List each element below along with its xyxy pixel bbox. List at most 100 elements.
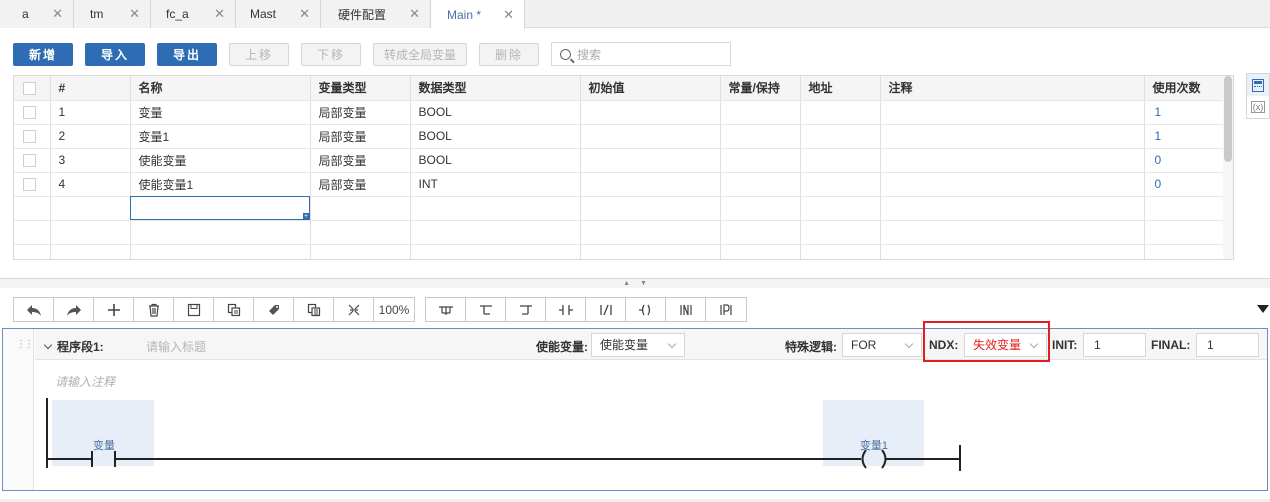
move-up-button[interactable]: 上移 — [229, 42, 289, 66]
row-checkbox[interactable] — [23, 154, 36, 168]
paste-icon[interactable] — [294, 298, 334, 321]
contact-variable-label[interactable]: 变量 — [54, 437, 154, 453]
cell-addr[interactable] — [800, 172, 881, 197]
cell-const[interactable] — [720, 148, 801, 173]
cell-uses[interactable]: 1 — [1144, 100, 1233, 125]
function-icon[interactable]: (x) — [1247, 96, 1269, 118]
tab-fc-a[interactable]: fc_a ✕ — [151, 0, 236, 28]
close-icon[interactable]: ✕ — [214, 6, 225, 22]
enable-select[interactable]: 使能变量 — [591, 333, 685, 357]
cell-addr[interactable] — [800, 148, 881, 173]
cell-data-type[interactable]: INT — [410, 172, 581, 197]
to-global-button[interactable]: 转成全局变量 — [373, 42, 468, 66]
comment-input[interactable]: 请输入注释 — [55, 373, 115, 390]
cell-var-type[interactable]: 局部变量 — [310, 148, 411, 173]
splitter[interactable]: ▲ ▼ — [0, 278, 1270, 288]
table-row[interactable]: 1 变量 局部变量 BOOL 1 — [14, 100, 1233, 125]
select-all-cell[interactable] — [14, 76, 51, 101]
cell-var-type[interactable]: 局部变量 — [310, 172, 411, 197]
cell-data-type[interactable]: BOOL — [410, 100, 581, 125]
row-select-cell[interactable] — [14, 124, 51, 149]
scrollbar-thumb[interactable] — [1224, 76, 1232, 162]
collapse-up-icon[interactable]: ▲ — [623, 280, 630, 287]
cell-init[interactable] — [580, 100, 721, 125]
cell-name-editing[interactable]: + — [130, 196, 311, 221]
branch-end-icon[interactable] — [506, 298, 546, 321]
table-row[interactable]: 2 变量1 局部变量 BOOL 1 — [14, 124, 1233, 149]
row-select-cell[interactable] — [14, 100, 51, 125]
delete-icon[interactable] — [134, 298, 174, 321]
col-header[interactable]: 注释 — [880, 76, 1145, 101]
select-all-checkbox[interactable] — [23, 81, 36, 95]
final-input[interactable]: 1 — [1196, 333, 1259, 357]
cell-const[interactable] — [720, 124, 801, 149]
zoom-level[interactable]: 100% — [374, 298, 414, 321]
row-checkbox[interactable] — [23, 130, 36, 144]
tab-a[interactable]: a ✕ — [0, 0, 74, 28]
cell-name[interactable]: 使能变量1 — [130, 172, 311, 197]
row-select-cell[interactable] — [14, 148, 51, 173]
copy-icon[interactable] — [214, 298, 254, 321]
cell-name[interactable]: 使能变量 — [130, 148, 311, 173]
close-icon[interactable]: ✕ — [299, 6, 310, 22]
add-button[interactable]: 新增 — [13, 42, 73, 66]
col-header[interactable]: 变量类型 — [310, 76, 411, 101]
cell-addr[interactable] — [800, 124, 881, 149]
branch-start-icon[interactable] — [466, 298, 506, 321]
add-icon[interactable] — [94, 298, 134, 321]
import-button[interactable]: 导入 — [85, 42, 145, 66]
table-row[interactable]: 4 使能变量1 局部变量 INT 0 — [14, 172, 1233, 197]
drag-handle-icon[interactable]: ⋮⋮ — [3, 329, 34, 490]
cell-data-type[interactable]: BOOL — [410, 148, 581, 173]
positive-contact-icon[interactable] — [706, 298, 746, 321]
cell-data-type[interactable]: BOOL — [410, 124, 581, 149]
cell-comment[interactable] — [880, 124, 1145, 149]
tab-mast[interactable]: Mast ✕ — [236, 0, 321, 28]
row-checkbox[interactable] — [23, 178, 36, 192]
save-icon[interactable] — [174, 298, 214, 321]
contact-nc-icon[interactable] — [586, 298, 626, 321]
cell-addr[interactable] — [800, 100, 881, 125]
contact-no-icon[interactable] — [546, 298, 586, 321]
close-icon[interactable]: ✕ — [409, 6, 420, 22]
close-icon[interactable]: ✕ — [129, 6, 140, 22]
cell-init[interactable] — [580, 148, 721, 173]
delete-button[interactable]: 删除 — [479, 42, 540, 66]
row-select-cell[interactable] — [14, 172, 51, 197]
table-row-new[interactable]: + — [14, 196, 1233, 221]
cell-init[interactable] — [580, 124, 721, 149]
tab-tm[interactable]: tm ✕ — [74, 0, 151, 28]
cell-comment[interactable] — [880, 172, 1145, 197]
close-icon[interactable]: ✕ — [52, 6, 63, 22]
segment-title-input[interactable]: 请输入标题 — [146, 338, 206, 355]
export-button[interactable]: 导出 — [157, 42, 217, 66]
tab-hardware-config[interactable]: 硬件配置 ✕ — [321, 0, 431, 28]
fit-icon[interactable] — [334, 298, 374, 321]
col-header[interactable]: # — [50, 76, 131, 101]
cell-comment[interactable] — [880, 148, 1145, 173]
table-scrollbar[interactable] — [1223, 76, 1233, 259]
move-down-button[interactable]: 下移 — [301, 42, 361, 66]
cell-comment[interactable] — [880, 100, 1145, 125]
col-header[interactable]: 地址 — [800, 76, 881, 101]
negated-contact-icon[interactable] — [666, 298, 706, 321]
init-input[interactable]: 1 — [1083, 333, 1146, 357]
special-logic-select[interactable]: FOR — [842, 333, 922, 357]
cell-name[interactable]: 变量 — [130, 100, 311, 125]
collapse-down-icon[interactable]: ▼ — [640, 280, 647, 287]
undo-icon[interactable] — [14, 298, 54, 321]
tag-icon[interactable] — [254, 298, 294, 321]
col-header[interactable]: 使用次数 — [1144, 76, 1233, 101]
chevron-down-icon[interactable] — [43, 340, 53, 350]
cell-var-type[interactable]: 局部变量 — [310, 124, 411, 149]
col-header[interactable]: 常量/保持 — [720, 76, 801, 101]
cell-const[interactable] — [720, 100, 801, 125]
search-input[interactable]: 搜索 — [551, 42, 732, 66]
branch-down-icon[interactable] — [426, 298, 466, 321]
cell-uses[interactable]: 1 — [1144, 124, 1233, 149]
cell-uses[interactable]: 0 — [1144, 172, 1233, 197]
more-dropdown-icon[interactable] — [1257, 305, 1269, 313]
tab-main[interactable]: Main * ✕ — [431, 0, 525, 29]
col-header[interactable]: 数据类型 — [410, 76, 581, 101]
cell-var-type[interactable]: 局部变量 — [310, 100, 411, 125]
